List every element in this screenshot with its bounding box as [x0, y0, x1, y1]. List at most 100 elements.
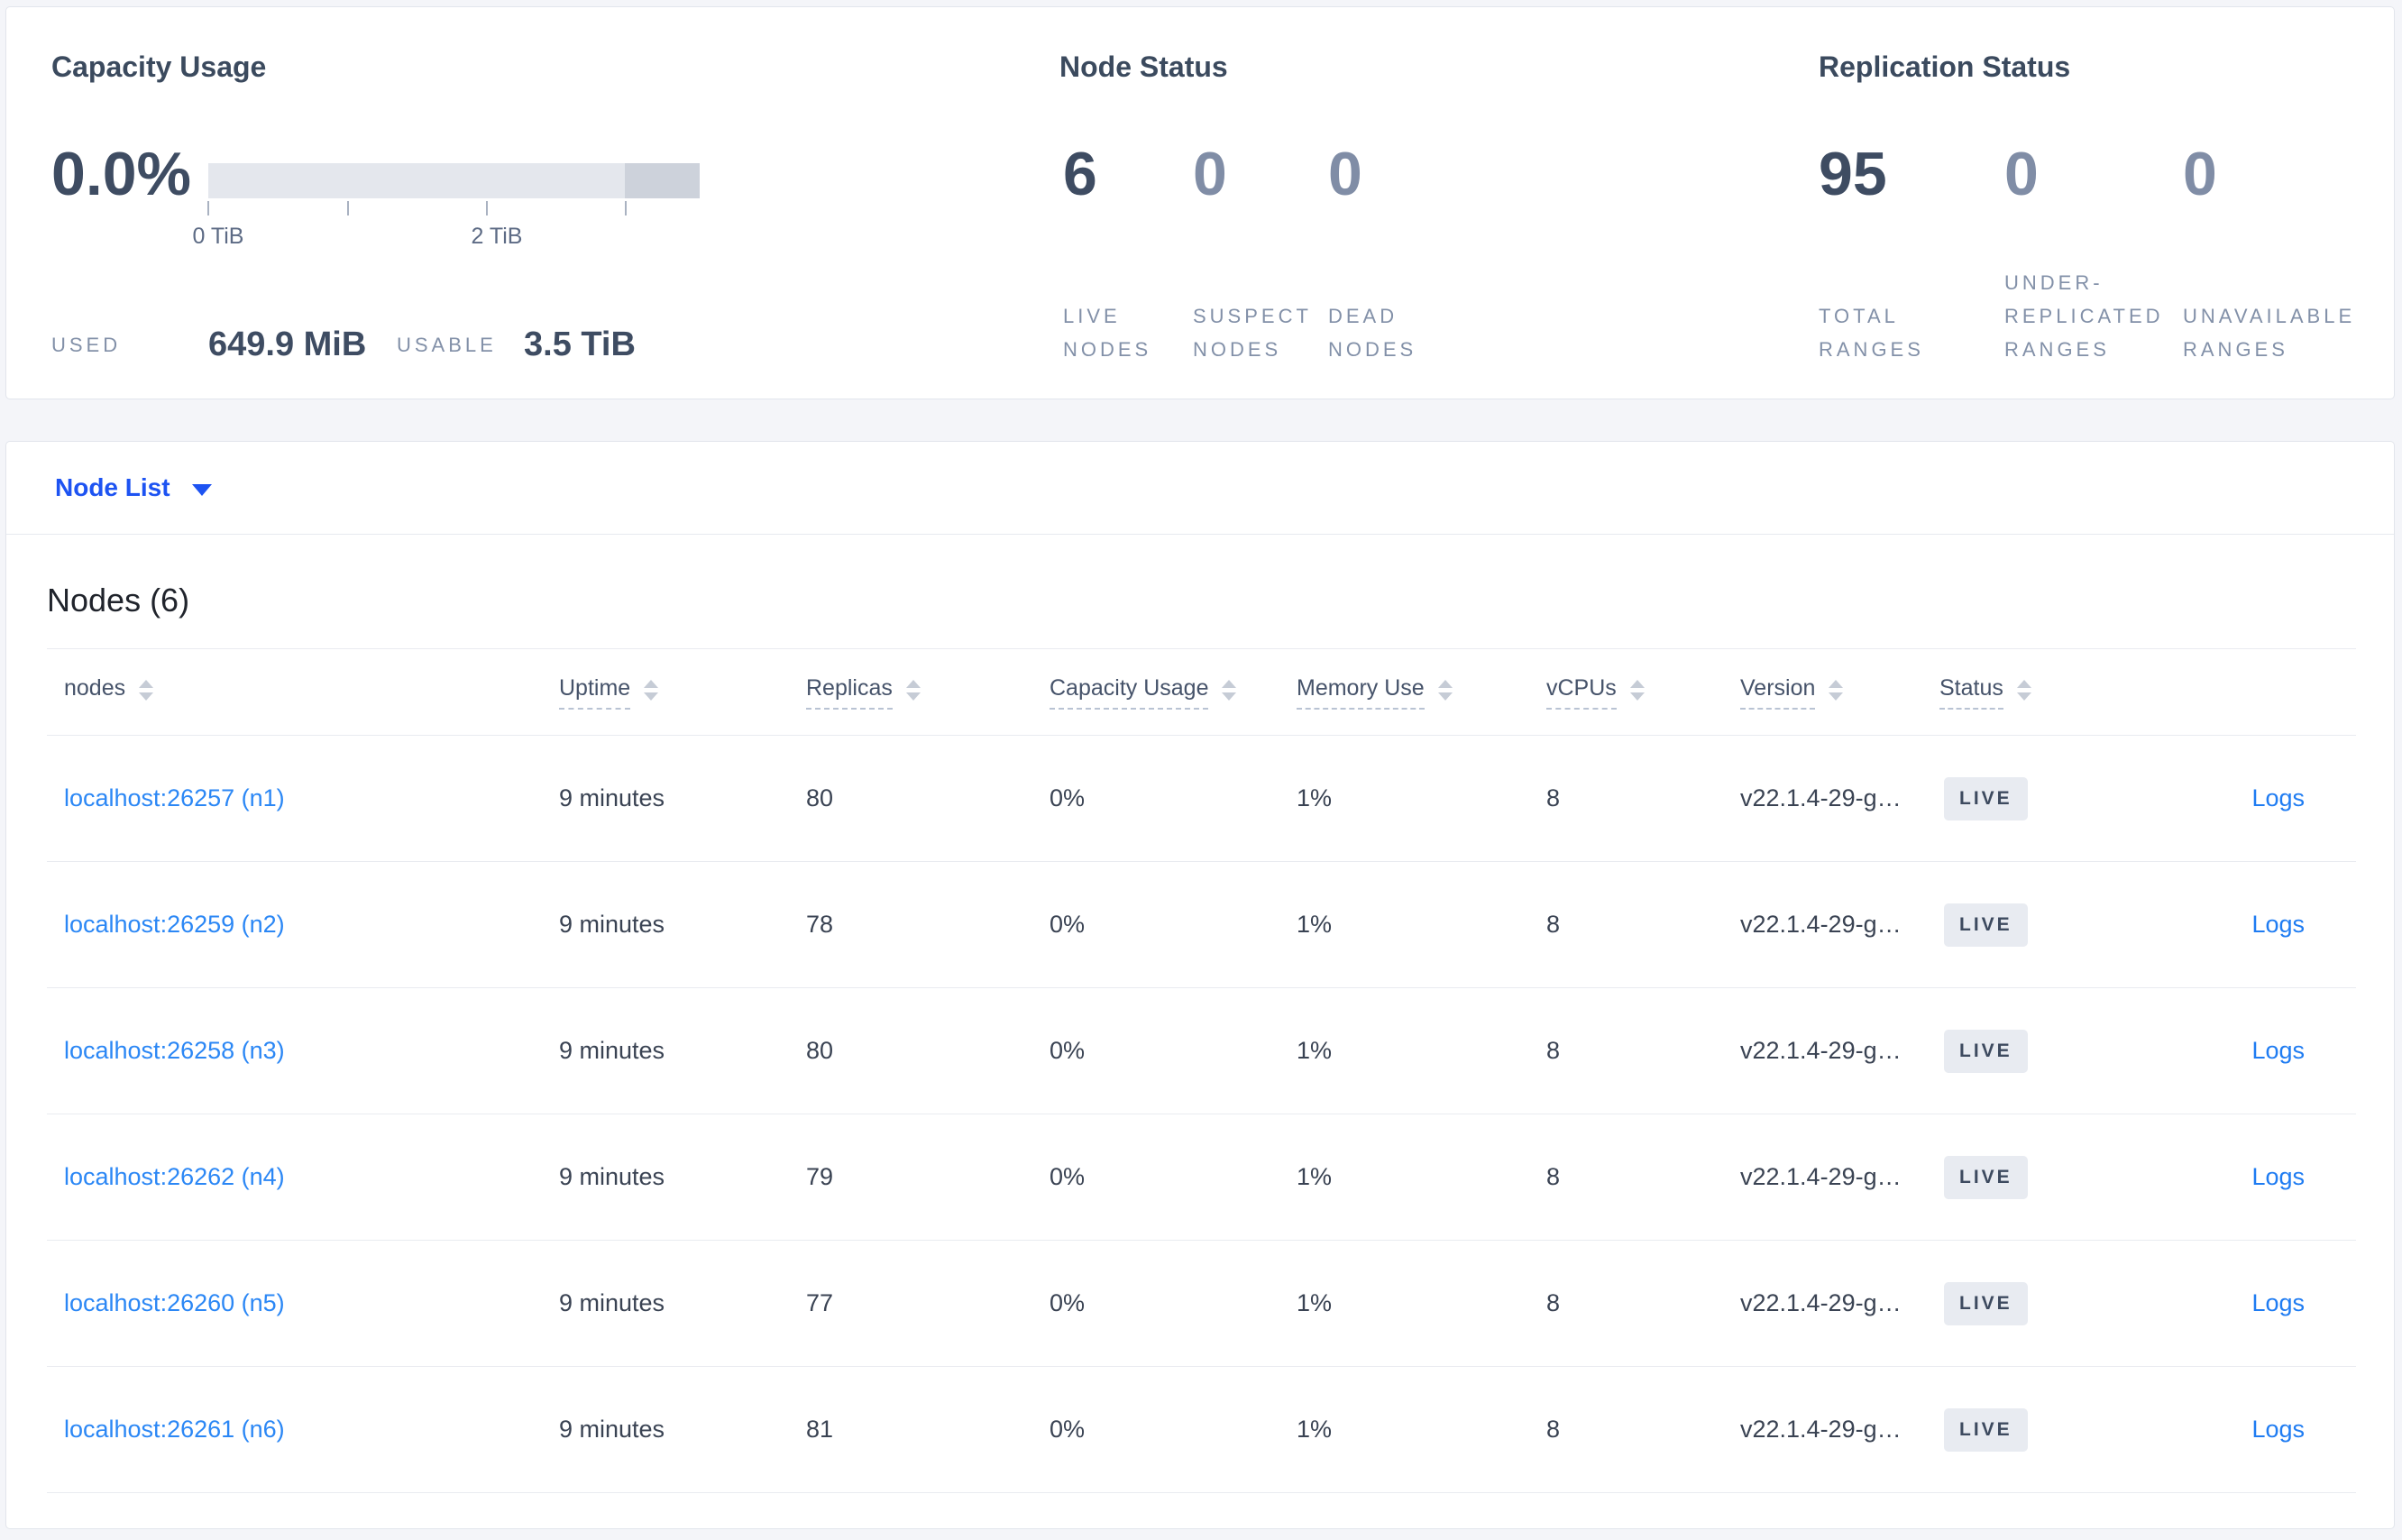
summary-metric: 0 DEAD NODES — [1328, 143, 1416, 366]
replication-status-metrics: 95 TOTAL RANGES 0 UNDER- REPLICATED RANG… — [1819, 143, 2378, 366]
table-body: localhost:26257 (n1) 9 minutes 80 0% 1% … — [47, 736, 2356, 1493]
sort-desc-icon — [1629, 692, 1645, 701]
sort-asc-icon — [1437, 680, 1453, 688]
sort-desc-icon — [139, 692, 154, 701]
used-value: 649.9 MiB — [208, 325, 367, 363]
capacity-usage-cell: 0% — [1050, 1163, 1086, 1190]
column-header-memory-use[interactable]: Memory Use — [1297, 675, 1546, 710]
sort-asc-icon — [139, 680, 154, 688]
capacity-usage-cell: 0% — [1050, 1416, 1086, 1443]
column-header-vcpus[interactable]: vCPUs — [1546, 675, 1740, 710]
column-header-label: Capacity Usage — [1050, 675, 1209, 710]
logs-link[interactable]: Logs — [2251, 1163, 2305, 1190]
memory-use-cell: 1% — [1297, 911, 1333, 938]
table-row: localhost:26258 (n3) 9 minutes 80 0% 1% … — [47, 988, 2356, 1114]
column-header-label: Uptime — [559, 675, 631, 710]
node-address-link[interactable]: localhost:26262 (n4) — [64, 1163, 285, 1190]
status-badge: LIVE — [1944, 1281, 2028, 1325]
sort-desc-icon — [2016, 692, 2031, 701]
node-status-metrics: 6 LIVE NODES 0 SUSPECT NODES 0 DEAD NODE… — [1059, 143, 1781, 366]
logs-link[interactable]: Logs — [2251, 1289, 2305, 1316]
sort-arrows-icon — [139, 680, 154, 701]
table-row: localhost:26259 (n2) 9 minutes 78 0% 1% … — [47, 862, 2356, 988]
uptime-cell: 9 minutes — [559, 1416, 665, 1443]
memory-use-cell: 1% — [1297, 1289, 1333, 1316]
vcpus-cell: 8 — [1546, 1289, 1561, 1316]
column-header-replicas[interactable]: Replicas — [806, 675, 1050, 710]
logs-link[interactable]: Logs — [2251, 911, 2305, 938]
metric-label: DEAD NODES — [1328, 305, 1417, 361]
summary-metric: 6 LIVE NODES — [1063, 143, 1151, 366]
node-status-panel: Node Status 6 LIVE NODES 0 SUSPECT NODES… — [1059, 7, 1781, 399]
status-badge: LIVE — [1944, 1029, 2028, 1073]
metric-value: 0 — [1328, 140, 1362, 208]
metric-value: 0 — [1193, 140, 1227, 208]
sort-asc-icon — [1829, 680, 1844, 688]
sort-arrows-icon — [644, 680, 659, 701]
capacity-usage-cell: 0% — [1050, 784, 1086, 811]
uptime-cell: 9 minutes — [559, 1163, 665, 1190]
sort-asc-icon — [644, 680, 659, 688]
capacity-percent-value: 0.0% — [51, 140, 191, 208]
nodes-table: nodes Uptime Replicas Capacity Usage Mem… — [47, 648, 2356, 1493]
column-header-nodes[interactable]: nodes — [47, 675, 559, 710]
node-address-link[interactable]: localhost:26261 (n6) — [64, 1416, 285, 1443]
metric-label: UNDER- REPLICATED RANGES — [2004, 271, 2164, 361]
node-address-link[interactable]: localhost:26258 (n3) — [64, 1037, 285, 1064]
uptime-cell: 9 minutes — [559, 911, 665, 938]
nodes-section-title: Nodes (6) — [47, 582, 190, 619]
memory-use-cell: 1% — [1297, 1037, 1333, 1064]
table-row: localhost:26262 (n4) 9 minutes 79 0% 1% … — [47, 1114, 2356, 1241]
capacity-bar-tail — [625, 163, 700, 198]
version-cell: v22.1.4-29-g… — [1740, 1163, 1902, 1190]
column-header-label: Status — [1939, 675, 2003, 710]
sort-arrows-icon — [905, 680, 921, 701]
metric-value: 0 — [2183, 140, 2217, 208]
sort-asc-icon — [2016, 680, 2031, 688]
node-status-title: Node Status — [1059, 50, 1228, 83]
capacity-usage-title: Capacity Usage — [51, 50, 267, 83]
node-address-link[interactable]: localhost:26259 (n2) — [64, 911, 285, 938]
axis-label-2tib: 2 TiB — [471, 224, 523, 249]
summary-metric: 95 TOTAL RANGES — [1819, 143, 1924, 366]
sort-arrows-icon — [1437, 680, 1453, 701]
view-selector-label: Node List — [55, 473, 170, 501]
logs-link[interactable]: Logs — [2251, 1416, 2305, 1443]
column-header-label: Version — [1740, 675, 1816, 710]
memory-use-cell: 1% — [1297, 1163, 1333, 1190]
column-header-capacity-usage[interactable]: Capacity Usage — [1050, 675, 1297, 710]
capacity-legend: USED 649.9 MiB USABLE 3.5 TiB — [51, 312, 953, 368]
logs-link[interactable]: Logs — [2251, 1037, 2305, 1064]
vcpus-cell: 8 — [1546, 911, 1561, 938]
version-cell: v22.1.4-29-g… — [1740, 784, 1902, 811]
replicas-cell: 78 — [806, 911, 834, 938]
replication-status-panel: Replication Status 95 TOTAL RANGES 0 UND… — [1819, 7, 2378, 399]
column-header-uptime[interactable]: Uptime — [559, 675, 806, 710]
replicas-cell: 81 — [806, 1416, 834, 1443]
summary-metric: 0 SUSPECT NODES — [1193, 143, 1312, 366]
vcpus-cell: 8 — [1546, 1163, 1561, 1190]
column-header-status[interactable]: Status — [1939, 675, 2147, 710]
uptime-cell: 9 minutes — [559, 1037, 665, 1064]
axis-tick — [486, 201, 488, 215]
sort-desc-icon — [905, 692, 921, 701]
capacity-usage-cell: 0% — [1050, 1289, 1086, 1316]
caret-down-icon — [191, 484, 212, 496]
logs-link[interactable]: Logs — [2251, 784, 2305, 811]
sort-arrows-icon — [1829, 680, 1844, 701]
column-header-version[interactable]: Version — [1740, 675, 1939, 710]
node-address-link[interactable]: localhost:26260 (n5) — [64, 1289, 285, 1316]
version-cell: v22.1.4-29-g… — [1740, 1037, 1902, 1064]
summary-metric: 0 UNAVAILABLE RANGES — [2183, 143, 2355, 366]
axis-tick — [207, 201, 209, 215]
view-selector-dropdown[interactable]: Node List — [6, 442, 2394, 535]
sort-desc-icon — [1829, 692, 1844, 701]
summary-card: Capacity Usage 0.0% 0 TiB 2 TiB USED 649… — [5, 6, 2395, 399]
metric-value: 95 — [1819, 140, 1887, 208]
table-header-row: nodes Uptime Replicas Capacity Usage Mem… — [47, 648, 2356, 736]
replicas-cell: 77 — [806, 1289, 834, 1316]
metric-label: UNAVAILABLE RANGES — [2183, 305, 2356, 361]
axis-tick — [347, 201, 349, 215]
sort-asc-icon — [1629, 680, 1645, 688]
node-address-link[interactable]: localhost:26257 (n1) — [64, 784, 285, 811]
